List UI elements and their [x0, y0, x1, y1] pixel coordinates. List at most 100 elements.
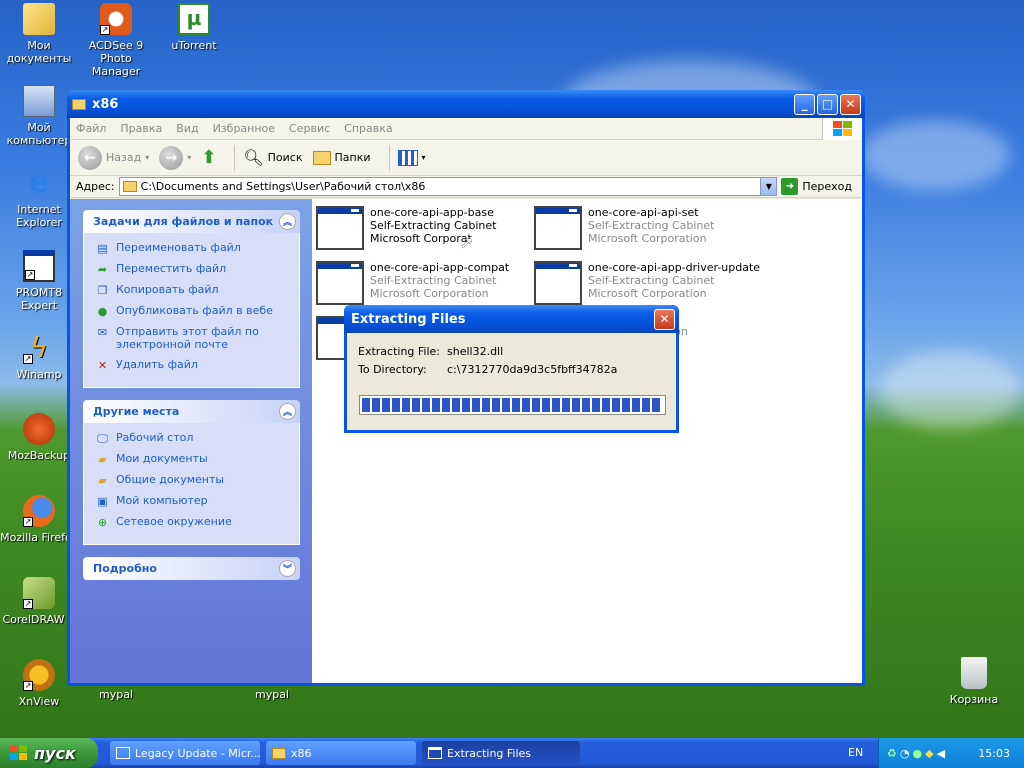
task-move-file[interactable]: ➦ Переместить файл — [95, 262, 299, 276]
file-type: Self-Extracting Cabinet — [588, 219, 715, 232]
mouse-cursor-icon: ➚ — [460, 233, 474, 252]
chevron-down-icon: ▾ — [145, 153, 150, 162]
place-my-computer[interactable]: ▣ Мой компьютер — [95, 494, 299, 508]
copy-icon: ❐ — [97, 283, 108, 297]
panel-title: Подробно — [93, 562, 157, 575]
progress-block — [602, 398, 610, 412]
tray-volume-icon[interactable]: ◀ — [937, 747, 945, 760]
task-label: Копировать файл — [116, 283, 219, 296]
desktop-icon-label: XnView — [18, 695, 60, 708]
progress-block — [492, 398, 500, 412]
file-item[interactable]: one-core-api-app-driver-update Self-Extra… — [534, 261, 760, 305]
desktop-icon-mypal-2[interactable]: mypal — [233, 688, 311, 701]
file-company: Microsoft Corporation — [588, 287, 707, 300]
progress-block — [372, 398, 380, 412]
utorrent-icon: µ — [178, 3, 210, 35]
cabinet-file-icon — [316, 206, 364, 250]
file-item[interactable]: one-core-api-api-set Self-Extracting Cabi… — [534, 206, 714, 250]
taskbar-button-legacy-update[interactable]: Legacy Update - Micr... — [110, 741, 260, 765]
file-type: Self-Extracting Cabinet — [588, 274, 715, 287]
task-delete-file[interactable]: ✕ Удалить файл — [95, 358, 299, 372]
task-publish-web[interactable]: ● Опубликовать файл в вебе — [95, 304, 299, 318]
collapse-chevron-icon[interactable]: ︽ — [279, 213, 296, 230]
task-label: Опубликовать файл в вебе — [116, 304, 273, 317]
file-company: Microsoft Corporat — [370, 232, 472, 245]
address-dropdown-icon[interactable]: ▼ — [760, 178, 777, 195]
other-places-header[interactable]: Другие места ︽ — [83, 400, 300, 423]
close-button[interactable]: ✕ — [840, 93, 861, 115]
desktop-icon-acdsee[interactable]: ↗ ACDSee 9 Photo Manager — [77, 3, 155, 78]
extracting-files-dialog[interactable]: Extracting Files ✕ Extracting File: shel… — [344, 305, 679, 433]
language-indicator[interactable]: EN — [848, 746, 863, 759]
start-button[interactable]: пуск — [0, 738, 98, 768]
details-header[interactable]: Подробно ︾ — [83, 557, 300, 580]
menu-favorites[interactable]: Избранное — [213, 122, 275, 135]
maximize-button[interactable]: □ — [817, 93, 838, 115]
desktop-icon-recycle-bin[interactable]: Корзина — [935, 657, 1013, 706]
file-name: one-core-api-app-compat — [370, 261, 510, 274]
expand-chevron-icon[interactable]: ︾ — [279, 560, 296, 577]
place-network[interactable]: ⊕ Сетевое окружение — [95, 515, 299, 529]
back-arrow-icon: ← — [78, 145, 102, 170]
system-tray: ♻ ◔ ● ◆ ◀ 15:03 — [878, 738, 1024, 768]
my-computer-icon: ▣ — [97, 494, 108, 508]
tray-app-icon[interactable]: ◆ — [925, 747, 933, 760]
menu-help[interactable]: Справка — [344, 122, 392, 135]
explorer-titlebar[interactable]: x86 _ □ ✕ — [67, 90, 865, 118]
collapse-chevron-icon[interactable]: ︽ — [279, 403, 296, 420]
task-email-file[interactable]: ✉ Отправить этот файл по электронной почт… — [95, 325, 299, 351]
my-documents-folder-icon — [23, 3, 55, 35]
tray-clock-icon[interactable]: ◔ — [900, 747, 910, 760]
to-directory-row: To Directory: c:\7312770da9d3c5fbff34782… — [358, 363, 676, 376]
taskbar-button-x86[interactable]: x86 — [266, 741, 416, 765]
details-panel: Подробно ︾ — [83, 557, 300, 580]
menu-file[interactable]: Файл — [76, 122, 106, 135]
place-desktop[interactable]: 🖵︎ Рабочий стол — [95, 431, 299, 445]
internet-explorer-icon: e — [28, 165, 50, 200]
progress-block — [442, 398, 450, 412]
forward-button[interactable]: → ▾ — [159, 145, 191, 170]
file-list: one-core-api-app-base Self-Extracting Cab… — [312, 199, 862, 683]
folder-icon — [272, 747, 286, 759]
menu-tools[interactable]: Сервис — [289, 122, 330, 135]
desktop-icon-utorrent[interactable]: µ uTorrent — [155, 3, 233, 52]
toolbar-separator — [234, 144, 236, 171]
search-icon: 🔍︎ — [243, 148, 264, 167]
progress-block — [622, 398, 630, 412]
minimize-button[interactable]: _ — [794, 93, 815, 115]
task-label: Удалить файл — [116, 358, 198, 371]
place-shared-documents[interactable]: ▰ Общие документы — [95, 473, 299, 487]
up-button[interactable]: ⬆ — [201, 147, 216, 168]
progress-block — [512, 398, 520, 412]
progress-block — [452, 398, 460, 412]
desktop-icon-my-documents[interactable]: Мои документы — [0, 3, 78, 65]
file-tasks-header[interactable]: Задачи для файлов и папок ︽ — [83, 210, 300, 233]
progress-block — [572, 398, 580, 412]
menu-view[interactable]: Вид — [176, 122, 198, 135]
progress-block — [652, 398, 660, 412]
address-field[interactable]: C:\Documents and Settings\User\Рабочий с… — [118, 177, 778, 196]
clock[interactable]: 15:03 — [978, 747, 1010, 760]
folders-button[interactable]: Папки — [312, 150, 371, 165]
task-rename-file[interactable]: ▤ Переименовать файл — [95, 241, 299, 255]
dialog-close-button[interactable]: ✕ — [654, 308, 675, 330]
views-button[interactable]: ▾ — [397, 149, 426, 166]
progress-block — [542, 398, 550, 412]
desktop-icon-mypal[interactable]: mypal — [77, 688, 155, 701]
menu-edit[interactable]: Правка — [120, 122, 162, 135]
file-company: Microsoft Corporation — [370, 287, 489, 300]
progress-block — [462, 398, 470, 412]
tray-recycle-icon[interactable]: ♻ — [887, 747, 897, 760]
search-button[interactable]: 🔍︎ Поиск — [243, 148, 302, 167]
go-button[interactable]: ➜ Переход — [781, 178, 852, 195]
place-my-documents[interactable]: ▰ Мои документы — [95, 452, 299, 466]
tray-network-icon[interactable]: ● — [912, 747, 922, 760]
dialog-titlebar[interactable]: Extracting Files ✕ — [344, 305, 679, 333]
back-button[interactable]: ← Назад ▾ — [78, 145, 150, 170]
task-copy-file[interactable]: ❐ Копировать файл — [95, 283, 299, 297]
file-item[interactable]: one-core-api-app-compat Self-Extracting C… — [316, 261, 509, 305]
folder-up-icon: ⬆ — [201, 147, 217, 168]
progress-block — [632, 398, 640, 412]
taskbar-button-extracting-files[interactable]: Extracting Files — [422, 741, 580, 765]
cabinet-file-icon — [316, 261, 364, 305]
